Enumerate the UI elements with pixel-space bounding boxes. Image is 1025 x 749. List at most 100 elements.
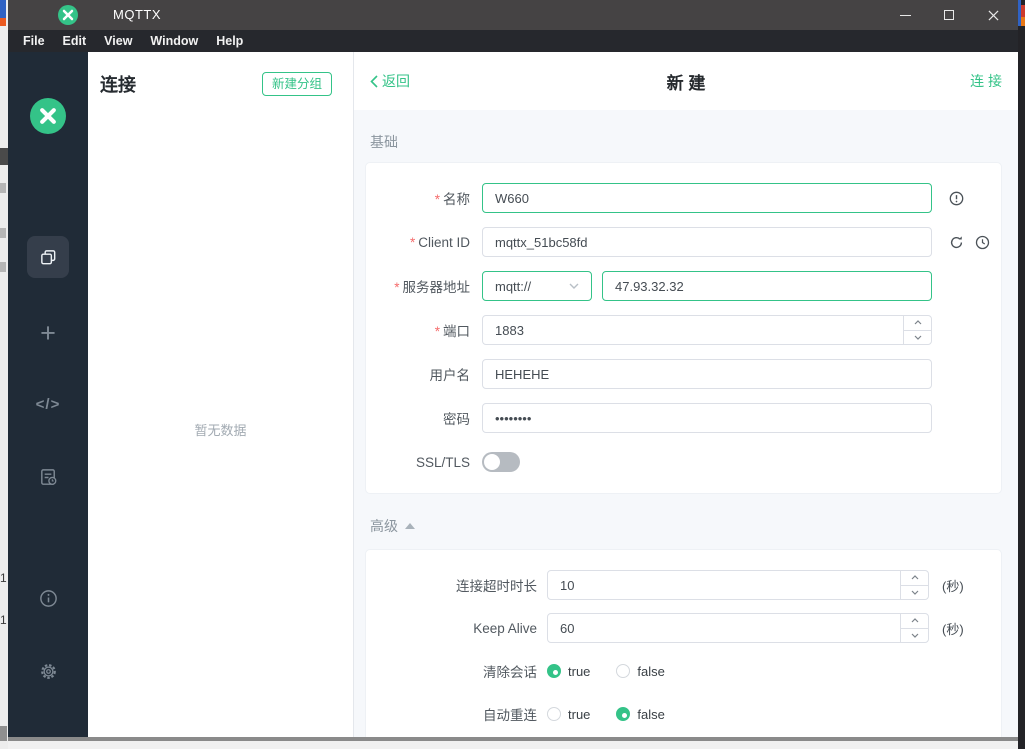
basic-section-label: 基础 <box>370 132 1002 152</box>
mqttx-window: MQTTX File Edit View Window Help + </> 连… <box>8 0 1018 741</box>
username-label: 用户名 <box>429 368 471 383</box>
stepper-up-button[interactable] <box>901 614 928 629</box>
keepalive-value: 60 <box>560 620 575 636</box>
titlebar[interactable]: MQTTX <box>8 0 1018 30</box>
connections-panel: 连接 新建分组 暂无数据 <box>88 52 354 737</box>
window-bottom-border <box>8 737 1018 741</box>
desktop-fragment <box>0 0 6 18</box>
protocol-select[interactable]: mqtt:// <box>482 271 592 301</box>
code-icon: </> <box>35 396 61 413</box>
username-row: 用户名 HEHEHE <box>366 359 1001 389</box>
radio-false[interactable] <box>616 707 631 721</box>
desktop-fragment-number: 1 <box>0 613 7 627</box>
toggle-knob-icon <box>484 454 500 470</box>
page-title: 新 建 <box>666 73 706 93</box>
menu-edit[interactable]: Edit <box>54 30 96 52</box>
nav-log-button[interactable] <box>8 467 88 488</box>
refresh-icon[interactable] <box>949 235 964 250</box>
keepalive-suffix: (秒) <box>942 621 964 637</box>
chevron-up-icon <box>911 618 918 623</box>
empty-state-text: 暂无数据 <box>194 423 247 438</box>
desktop-fragment <box>0 183 6 193</box>
ssl-label: SSL/TLS <box>415 454 470 470</box>
port-label: * 端口 <box>434 324 470 339</box>
radio-true-label[interactable]: true <box>568 707 590 722</box>
advanced-section-label[interactable]: 高级 <box>370 516 1002 536</box>
desktop-fragment <box>1018 0 1025 749</box>
maximize-button[interactable] <box>927 0 971 30</box>
auto-reconnect-row: 自动重连 true false <box>366 699 1001 729</box>
desktop-fragment <box>0 18 6 26</box>
protocol-value: mqtt:// <box>495 278 532 294</box>
connections-title: 连接 <box>100 75 136 95</box>
nav-connections-button[interactable] <box>27 236 69 278</box>
password-input[interactable]: •••••••• <box>482 403 932 433</box>
password-label: 密码 <box>443 412 470 427</box>
collapse-triangle-icon <box>405 523 415 529</box>
nav-script-button[interactable]: </> <box>8 395 88 415</box>
desktop-fragment <box>1021 17 1025 26</box>
timeout-input[interactable]: 10 <box>547 570 929 600</box>
keepalive-input[interactable]: 60 <box>547 613 929 643</box>
name-value: W660 <box>495 190 529 206</box>
radio-false-label[interactable]: false <box>637 664 664 679</box>
radio-false-label[interactable]: false <box>637 707 664 722</box>
desktop-fragment <box>0 148 8 165</box>
host-label: * 服务器地址 <box>394 280 470 295</box>
chevron-down-icon <box>911 633 918 638</box>
nav-about-button[interactable] <box>8 588 88 609</box>
connections-icon <box>40 249 55 264</box>
basic-card: * 名称 W660 * Client ID mqttx_51bc58fd * 服… <box>365 162 1002 494</box>
back-button[interactable]: 返回 <box>370 71 410 91</box>
desktop-fragment <box>0 228 6 238</box>
stepper-down-button[interactable] <box>901 628 928 642</box>
menu-view[interactable]: View <box>95 30 141 52</box>
host-row: * 服务器地址 mqtt:// 47.93.32.32 <box>366 271 1001 301</box>
chevron-down-icon <box>914 335 921 340</box>
chevron-down-icon <box>911 590 918 595</box>
host-value: 47.93.32.32 <box>615 278 684 294</box>
warning-info-icon[interactable] <box>949 191 964 206</box>
back-chevron-icon <box>370 74 378 88</box>
required-mark: * <box>409 234 416 250</box>
new-group-button[interactable]: 新建分组 <box>261 72 332 96</box>
ssl-toggle[interactable] <box>482 452 520 472</box>
chevron-down-icon <box>569 283 579 289</box>
close-button[interactable] <box>971 0 1015 30</box>
chevron-up-icon <box>911 575 918 580</box>
host-input[interactable]: 47.93.32.32 <box>602 271 932 301</box>
name-label: * 名称 <box>434 192 470 207</box>
nav-rail: + </> <box>8 52 88 737</box>
log-icon <box>40 469 56 485</box>
clock-icon[interactable] <box>975 235 990 250</box>
timeout-value: 10 <box>560 577 575 593</box>
radio-true[interactable] <box>547 664 561 678</box>
desktop-fragment-number: 1 <box>0 571 7 585</box>
advanced-section-title: 高级 <box>370 518 398 534</box>
stepper-up-button[interactable] <box>901 571 928 586</box>
name-input[interactable]: W660 <box>482 183 932 213</box>
username-value: HEHEHE <box>495 366 550 382</box>
minimize-button[interactable] <box>883 0 927 30</box>
menu-help[interactable]: Help <box>207 30 252 52</box>
menu-window[interactable]: Window <box>141 30 207 52</box>
menu-file[interactable]: File <box>14 30 54 52</box>
port-input[interactable]: 1883 <box>482 315 932 345</box>
connect-button[interactable]: 连 接 <box>970 71 1002 91</box>
required-mark: * <box>434 192 440 207</box>
radio-false[interactable] <box>616 664 631 678</box>
client-id-input[interactable]: mqttx_51bc58fd <box>482 227 932 257</box>
password-value: •••••••• <box>495 410 532 426</box>
nav-settings-button[interactable] <box>8 661 88 682</box>
radio-true[interactable] <box>547 707 561 721</box>
gear-icon <box>40 664 56 679</box>
client-id-label: * Client ID <box>409 234 470 250</box>
nav-new-connection-button[interactable]: + <box>8 318 88 348</box>
stepper-up-button[interactable] <box>904 316 931 331</box>
client-id-row: * Client ID mqttx_51bc58fd <box>366 227 1001 257</box>
radio-true-label[interactable]: true <box>568 664 590 679</box>
stepper-down-button[interactable] <box>901 585 928 599</box>
main-panel: 返回 新 建 连 接 基础 * 名称 W660 * Client ID mqtt… <box>354 52 1018 737</box>
username-input[interactable]: HEHEHE <box>482 359 932 389</box>
stepper-down-button[interactable] <box>904 330 931 344</box>
